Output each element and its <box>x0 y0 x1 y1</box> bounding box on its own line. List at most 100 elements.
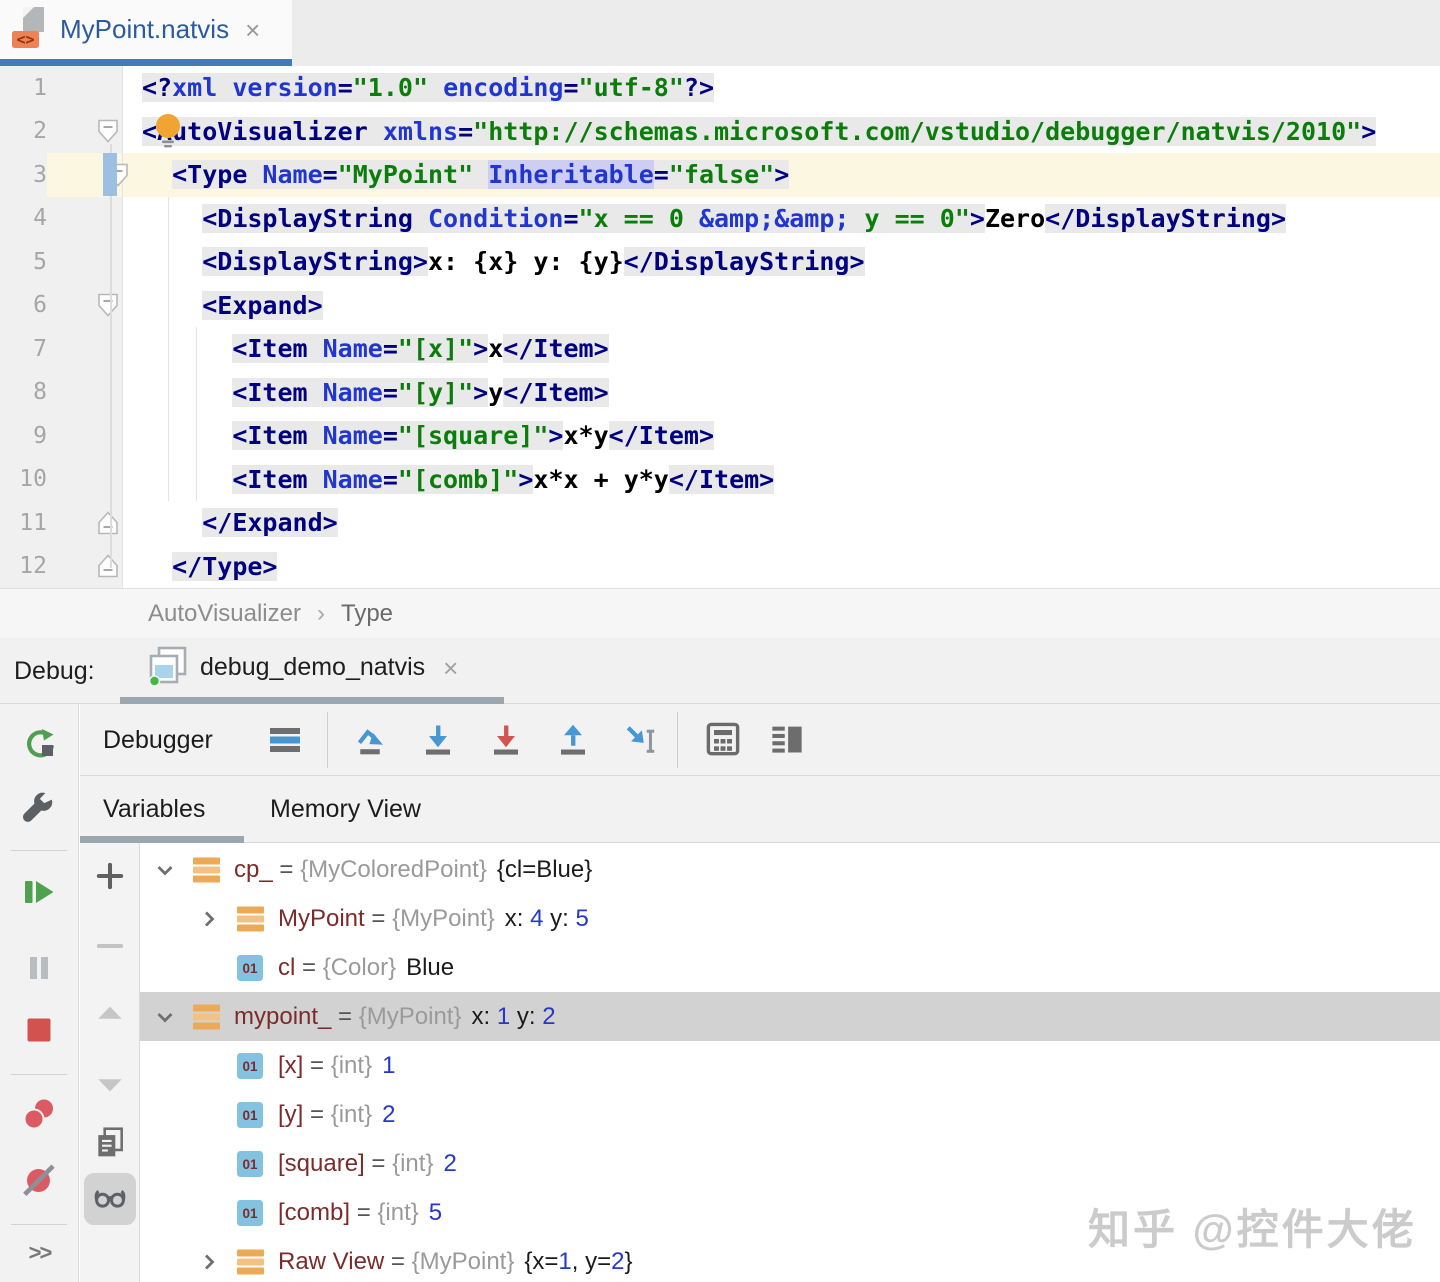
code-text[interactable]: <DisplayString>x: {x} y: {y}</DisplayStr… <box>123 240 1440 284</box>
code-line[interactable]: 1 <?xml version="1.0" encoding="utf-8"?> <box>0 66 1440 110</box>
fold-down-icon[interactable] <box>97 119 119 144</box>
code-editor[interactable]: 1<?xml version="1.0" encoding="utf-8"?>2… <box>0 66 1440 588</box>
more-actions-icon[interactable]: >> <box>0 1240 79 1266</box>
step-over-icon[interactable] <box>355 721 391 757</box>
variable-name: MyPoint <box>278 905 365 933</box>
pause-icon[interactable] <box>21 950 57 986</box>
debug-session-toolbar: >> <box>0 704 79 1282</box>
line-number[interactable]: 4 <box>0 197 47 241</box>
code-line[interactable]: 12 </Type> <box>0 545 1440 589</box>
variable-name: [x] <box>278 1052 303 1080</box>
variable-type: {MyPoint} <box>392 905 495 933</box>
line-number[interactable]: 5 <box>0 240 47 284</box>
chevron-right-icon[interactable] <box>192 1249 236 1275</box>
move-down-icon[interactable] <box>93 1067 127 1101</box>
debug-session-tab[interactable]: debug_demo_natvis × <box>120 638 504 704</box>
primitive-value-icon: 01 <box>236 954 266 982</box>
code-text[interactable]: <?xml version="1.0" encoding="utf-8"?> <box>123 66 1440 110</box>
variable-row[interactable]: 01cl = {Color}Blue <box>140 943 1440 992</box>
line-number[interactable]: 10 <box>0 458 47 502</box>
step-out-icon[interactable] <box>555 721 591 757</box>
line-number[interactable]: 6 <box>0 284 47 328</box>
struct-value-icon <box>236 1248 266 1276</box>
line-number[interactable]: 9 <box>0 414 47 458</box>
variable-type: {Color} <box>323 954 396 982</box>
code-line[interactable]: 2 <AutoVisualizer xmlns="http://schemas.m… <box>0 110 1440 154</box>
code-line[interactable]: 5 <DisplayString>x: {x} y: {y}</DisplayS… <box>0 240 1440 284</box>
duplicate-watch-icon[interactable] <box>93 1125 127 1159</box>
chevron-down-icon[interactable] <box>148 1004 192 1030</box>
variable-type: {MyPoint} <box>412 1248 515 1276</box>
code-line[interactable]: 10 <Item Name="[comb]">x*x + y*y</Item> <box>0 458 1440 502</box>
rerun-icon[interactable] <box>21 726 57 762</box>
code-line[interactable]: 4 <DisplayString Condition="x == 0 &amp;… <box>0 197 1440 241</box>
line-number[interactable]: 7 <box>0 327 47 371</box>
variable-row[interactable]: mypoint_ = {MyPoint}x: 1 y: 2 <box>140 992 1440 1041</box>
resume-icon[interactable] <box>21 874 57 910</box>
code-line[interactable]: 7 <Item Name="[x]">x</Item> <box>0 327 1440 371</box>
variable-row[interactable]: cp_ = {MyColoredPoint}{cl=Blue} <box>140 845 1440 894</box>
fold-up-icon[interactable] <box>97 554 119 579</box>
move-up-icon[interactable] <box>93 997 127 1031</box>
step-into-icon[interactable] <box>420 721 456 757</box>
intention-bulb-icon[interactable] <box>152 112 186 154</box>
code-line[interactable]: 3 <Type Name="MyPoint" Inheritable="fals… <box>0 153 1440 197</box>
code-text[interactable]: <Item Name="[square]">x*y</Item> <box>123 414 1440 458</box>
svg-text:01: 01 <box>242 1206 258 1221</box>
add-watch-icon[interactable] <box>93 859 127 893</box>
code-text[interactable]: </Type> <box>123 545 1440 589</box>
close-icon[interactable]: × <box>443 655 458 681</box>
code-text[interactable]: <AutoVisualizer xmlns="http://schemas.mi… <box>123 110 1440 154</box>
show-execution-point-icon[interactable] <box>267 721 303 757</box>
variable-type: {int} <box>377 1199 418 1227</box>
chevron-down-icon[interactable] <box>148 857 192 883</box>
stop-icon[interactable] <box>21 1012 57 1048</box>
variable-row[interactable]: 01[y] = {int}2 <box>140 1090 1440 1139</box>
variable-type: {int} <box>331 1101 372 1129</box>
code-text[interactable]: <Type Name="MyPoint" Inheritable="false"… <box>123 153 1440 197</box>
code-text[interactable]: <DisplayString Condition="x == 0 &amp;&a… <box>123 197 1440 241</box>
code-line[interactable]: 9 <Item Name="[square]">x*y</Item> <box>0 414 1440 458</box>
remove-watch-icon[interactable] <box>93 929 127 963</box>
variable-name: cl <box>278 954 295 982</box>
breadcrumb-item-type[interactable]: Type <box>341 600 393 628</box>
tab-variables[interactable]: Variables <box>103 776 205 843</box>
line-number[interactable]: 3 <box>0 153 47 197</box>
view-breakpoints-icon[interactable] <box>21 1096 57 1132</box>
layout-settings-icon[interactable] <box>769 721 805 757</box>
code-text[interactable]: <Item Name="[y]">y</Item> <box>123 371 1440 415</box>
code-line[interactable]: 8 <Item Name="[y]">y</Item> <box>0 371 1440 415</box>
editor-tab[interactable]: <> MyPoint.natvis × <box>0 0 292 66</box>
chevron-right-icon[interactable] <box>192 906 236 932</box>
settings-wrench-icon[interactable] <box>21 790 57 826</box>
breadcrumb-item-autovisualizer[interactable]: AutoVisualizer <box>148 600 301 628</box>
variable-row[interactable]: MyPoint = {MyPoint}x: 4 y: 5 <box>140 894 1440 943</box>
evaluate-expression-icon[interactable] <box>705 721 741 757</box>
code-line[interactable]: 11 </Expand> <box>0 501 1440 545</box>
variable-row[interactable]: 01[x] = {int}1 <box>140 1041 1440 1090</box>
variable-value: y: <box>544 905 576 933</box>
code-text[interactable]: <Item Name="[x]">x</Item> <box>123 327 1440 371</box>
gutter-fold-area[interactable] <box>47 66 123 110</box>
code-text[interactable]: <Item Name="[comb]">x*x + y*y</Item> <box>123 458 1440 502</box>
fold-down-icon[interactable] <box>97 293 119 318</box>
close-icon[interactable]: × <box>245 17 260 43</box>
line-number[interactable]: 12 <box>0 545 47 589</box>
equals-sign: = <box>384 1248 411 1276</box>
variable-name: [square] <box>278 1150 365 1178</box>
code-text[interactable]: </Expand> <box>123 501 1440 545</box>
line-number[interactable]: 1 <box>0 66 47 110</box>
show-watches-toggle[interactable] <box>84 1173 136 1225</box>
code-line[interactable]: 6 <Expand> <box>0 284 1440 328</box>
force-step-into-icon[interactable] <box>488 721 524 757</box>
mute-breakpoints-icon[interactable] <box>21 1162 57 1198</box>
variable-row[interactable]: 01[square] = {int}2 <box>140 1139 1440 1188</box>
fold-up-icon[interactable] <box>97 510 119 535</box>
line-number[interactable]: 8 <box>0 371 47 415</box>
line-number[interactable]: 2 <box>0 110 47 154</box>
tab-memory-view[interactable]: Memory View <box>270 776 421 843</box>
code-text[interactable]: <Expand> <box>123 284 1440 328</box>
run-to-cursor-icon[interactable] <box>623 721 659 757</box>
equals-sign: = <box>350 1199 377 1227</box>
line-number[interactable]: 11 <box>0 501 47 545</box>
